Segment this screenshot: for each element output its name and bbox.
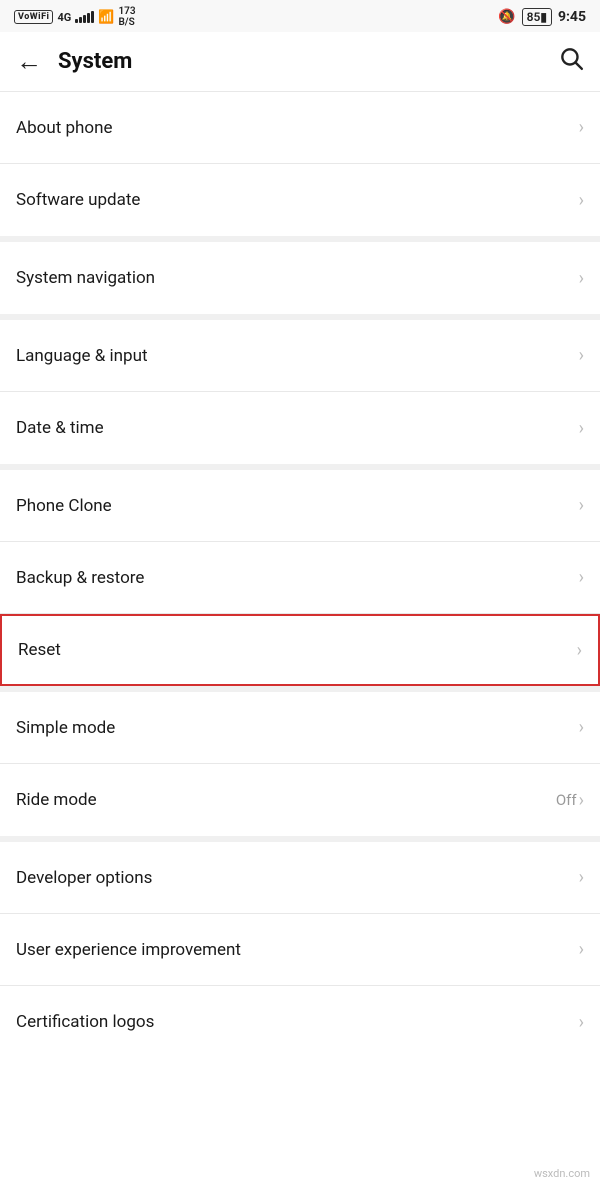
menu-item-developer-options[interactable]: Developer options › [0, 842, 600, 914]
menu-item-date-time[interactable]: Date & time › [0, 392, 600, 464]
system-navigation-label: System navigation [16, 268, 155, 288]
date-time-right: › [579, 418, 584, 439]
menu-item-backup-restore[interactable]: Backup & restore › [0, 542, 600, 614]
phone-clone-right: › [579, 495, 584, 516]
reset-right: › [577, 640, 582, 661]
language-input-label: Language & input [16, 346, 148, 366]
ride-mode-value: Off [556, 791, 577, 809]
chevron-icon: › [577, 640, 582, 661]
menu-section-1: About phone › Software update › [0, 92, 600, 242]
chevron-icon: › [579, 345, 584, 366]
chevron-icon: › [579, 495, 584, 516]
menu-item-software-update[interactable]: Software update › [0, 164, 600, 236]
search-button[interactable] [558, 45, 584, 78]
language-input-right: › [579, 345, 584, 366]
menu-item-phone-clone[interactable]: Phone Clone › [0, 470, 600, 542]
menu-item-simple-mode[interactable]: Simple mode › [0, 692, 600, 764]
software-update-label: Software update [16, 190, 140, 210]
simple-mode-label: Simple mode [16, 718, 115, 738]
user-experience-right: › [579, 939, 584, 960]
wifi-icon: 📶 [98, 10, 114, 25]
search-icon [558, 45, 584, 71]
menu-item-system-navigation[interactable]: System navigation › [0, 242, 600, 314]
ride-mode-right: Off › [556, 790, 584, 811]
backup-restore-label: Backup & restore [16, 568, 144, 588]
data-speed: 173B/S [118, 6, 135, 28]
developer-options-right: › [579, 867, 584, 888]
chevron-icon: › [579, 717, 584, 738]
menu-item-certification-logos[interactable]: Certification logos › [0, 986, 600, 1058]
chevron-icon: › [579, 190, 584, 211]
simple-mode-right: › [579, 717, 584, 738]
about-phone-label: About phone [16, 118, 113, 138]
chevron-icon: › [579, 117, 584, 138]
back-button[interactable]: ← [16, 46, 42, 77]
page-title: System [58, 49, 132, 74]
battery-indicator: 85▮ [522, 8, 552, 26]
page-header: ← System [0, 32, 600, 92]
certification-logos-right: › [579, 1012, 584, 1033]
header-left: ← System [16, 46, 132, 77]
status-bar: VoWiFi 4G 📶 173B/S 🔕 85▮ 9:45 [0, 0, 600, 32]
menu-item-about-phone[interactable]: About phone › [0, 92, 600, 164]
time-display: 9:45 [558, 9, 586, 25]
chevron-icon: › [579, 790, 584, 811]
menu-section-3: Language & input › Date & time › [0, 320, 600, 470]
user-experience-label: User experience improvement [16, 940, 241, 960]
menu-item-ride-mode[interactable]: Ride mode Off › [0, 764, 600, 836]
chevron-icon: › [579, 939, 584, 960]
watermark: wsxdn.com [534, 1167, 590, 1180]
vowifi-indicator: VoWiFi [14, 10, 53, 24]
chevron-icon: › [579, 268, 584, 289]
status-right: 🔕 85▮ 9:45 [498, 8, 586, 26]
signal-4g: 4G [57, 11, 71, 24]
menu-item-language-input[interactable]: Language & input › [0, 320, 600, 392]
settings-menu: About phone › Software update › System n… [0, 92, 600, 1058]
reset-label: Reset [18, 640, 61, 660]
developer-options-label: Developer options [16, 868, 152, 888]
menu-section-5: Simple mode › Ride mode Off › [0, 692, 600, 842]
about-phone-right: › [579, 117, 584, 138]
menu-section-6: Developer options › User experience impr… [0, 842, 600, 1058]
chevron-icon: › [579, 867, 584, 888]
notification-mute-icon: 🔕 [498, 9, 515, 25]
menu-section-2: System navigation › [0, 242, 600, 320]
chevron-icon: › [579, 567, 584, 588]
ride-mode-label: Ride mode [16, 790, 97, 810]
menu-item-reset[interactable]: Reset › [0, 614, 600, 686]
chevron-icon: › [579, 418, 584, 439]
status-left: VoWiFi 4G 📶 173B/S [14, 6, 136, 28]
software-update-right: › [579, 190, 584, 211]
chevron-icon: › [579, 1012, 584, 1033]
certification-logos-label: Certification logos [16, 1012, 154, 1032]
backup-restore-right: › [579, 567, 584, 588]
date-time-label: Date & time [16, 418, 104, 438]
menu-item-user-experience[interactable]: User experience improvement › [0, 914, 600, 986]
system-navigation-right: › [579, 268, 584, 289]
phone-clone-label: Phone Clone [16, 496, 112, 516]
menu-section-4: Phone Clone › Backup & restore › Reset › [0, 470, 600, 692]
signal-strength-bars [75, 11, 94, 23]
